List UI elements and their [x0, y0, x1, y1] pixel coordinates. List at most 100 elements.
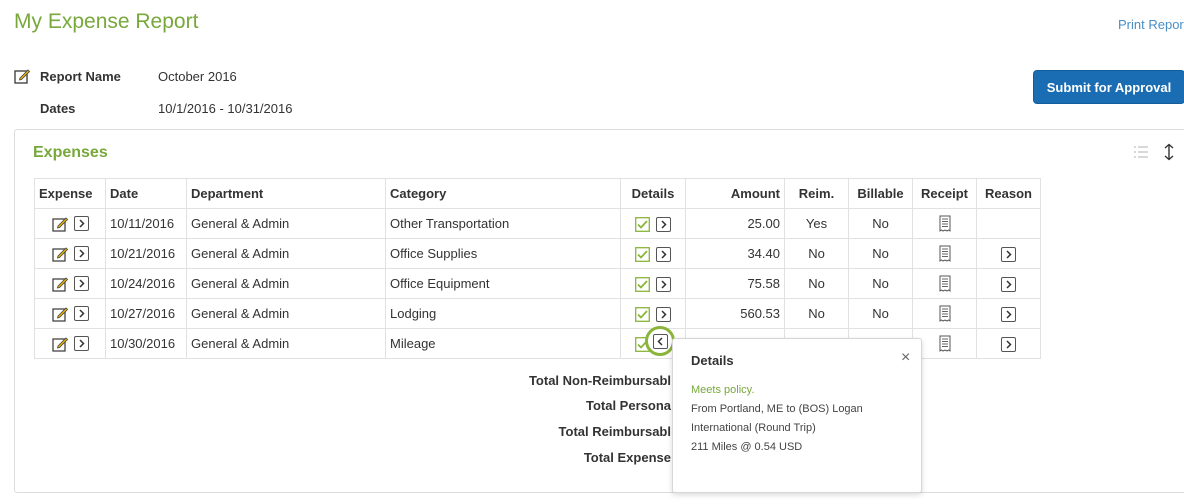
edit-icon[interactable]: [51, 336, 68, 352]
edit-icon[interactable]: [51, 306, 68, 322]
column-header-receipt[interactable]: Receipt: [912, 178, 977, 209]
view-details-icon[interactable]: [656, 216, 671, 232]
dates-value: 10/1/2016 - 10/31/2016: [158, 101, 293, 116]
cell-date: 10/30/2016: [105, 328, 187, 359]
checkmark-icon: [635, 216, 650, 232]
details-line-3: 211 Miles @ 0.54 USD: [691, 441, 803, 453]
column-header-date[interactable]: Date: [105, 178, 187, 209]
expand-expense-icon[interactable]: [73, 276, 89, 292]
cell-amount: 560.53: [685, 298, 785, 329]
cell-reim: No: [784, 238, 849, 269]
cell-details: [620, 238, 686, 269]
receipt-icon[interactable]: [939, 305, 951, 322]
cell-receipt: [912, 268, 977, 299]
column-header-details[interactable]: Details: [620, 178, 686, 209]
page-title: My Expense Report: [14, 10, 199, 33]
table-header-row: Expense Date Department Category Details…: [34, 178, 1041, 209]
expand-expense-icon[interactable]: [73, 246, 89, 262]
cell-billable: No: [848, 238, 913, 269]
view-reason-icon[interactable]: [1001, 276, 1016, 292]
cell-department: General & Admin: [186, 268, 386, 299]
total-non-reimbursable-label: Total Non-Reimbursabl: [528, 373, 671, 388]
cell-receipt: [912, 328, 977, 359]
cell-department: General & Admin: [186, 298, 386, 329]
edit-icon[interactable]: [51, 276, 68, 292]
column-header-amount[interactable]: Amount: [685, 178, 785, 209]
table-row[interactable]: 10/11/2016 General & Admin Other Transport…: [34, 208, 1041, 239]
cell-billable: No: [848, 268, 913, 299]
cell-reim: No: [784, 268, 849, 299]
expenses-title: Expenses: [33, 144, 108, 161]
cell-reim: No: [784, 298, 849, 329]
print-report-link[interactable]: Print Report: [1118, 17, 1184, 32]
policy-status: Meets policy.: [691, 384, 755, 396]
total-expenses-label: Total Expense: [583, 450, 671, 465]
cell-category: Other Transportation: [385, 208, 621, 239]
view-reason-icon[interactable]: [1001, 306, 1016, 322]
column-header-billable[interactable]: Billable: [848, 178, 913, 209]
cell-date: 10/27/2016: [105, 298, 187, 329]
expand-expense-icon[interactable]: [73, 306, 89, 322]
details-line-1: From Portland, ME to (BOS) Logan: [691, 403, 863, 415]
view-details-icon[interactable]: [656, 246, 671, 262]
cell-details: [620, 208, 686, 239]
cell-date: 10/24/2016: [105, 268, 187, 299]
column-header-department[interactable]: Department: [186, 178, 386, 209]
receipt-icon[interactable]: [939, 215, 951, 232]
expand-expense-icon[interactable]: [73, 216, 89, 232]
cell-amount: 75.58: [685, 268, 785, 299]
column-header-reim[interactable]: Reim.: [784, 178, 849, 209]
cell-reim: Yes: [784, 208, 849, 239]
view-details-icon[interactable]: [656, 276, 671, 292]
view-reason-icon[interactable]: [1001, 246, 1016, 262]
view-details-icon[interactable]: [656, 306, 671, 322]
cell-reason: [976, 208, 1041, 239]
cell-billable: No: [848, 298, 913, 329]
collapse-details-icon[interactable]: [652, 333, 668, 349]
details-popover: Details × Meets policy. From Portland, M…: [672, 338, 922, 493]
cell-reason: [976, 328, 1041, 359]
cell-amount: 34.40: [685, 238, 785, 269]
receipt-icon[interactable]: [939, 335, 951, 352]
edit-report-icon[interactable]: [14, 68, 30, 84]
expenses-table: Expense Date Department Category Details…: [34, 178, 1041, 359]
submit-for-approval-button[interactable]: Submit for Approval: [1033, 70, 1184, 104]
column-header-expense[interactable]: Expense: [34, 178, 106, 209]
column-header-category[interactable]: Category: [385, 178, 621, 209]
edit-icon[interactable]: [51, 246, 68, 262]
cell-billable: No: [848, 208, 913, 239]
table-row[interactable]: 10/21/2016 General & Admin Office Supplies…: [34, 238, 1041, 269]
checkmark-icon: [635, 246, 650, 262]
expand-expense-icon[interactable]: [73, 336, 89, 352]
total-personal-label: Total Persona: [585, 398, 671, 413]
list-view-icon[interactable]: [1133, 144, 1149, 160]
expand-collapse-icon[interactable]: [1162, 143, 1176, 161]
cell-date: 10/21/2016: [105, 238, 187, 269]
details-line-2: International (Round Trip): [691, 422, 816, 434]
table-row[interactable]: 10/24/2016 General & Admin Office Equipmen…: [34, 268, 1041, 299]
cell-reason: [976, 298, 1041, 329]
cell-department: General & Admin: [186, 328, 386, 359]
dates-label: Dates: [40, 101, 76, 116]
report-name-value: October 2016: [158, 69, 237, 84]
view-reason-icon[interactable]: [1001, 336, 1016, 352]
cell-category: Mileage: [385, 328, 621, 359]
table-row[interactable]: 10/27/2016 General & Admin Lodging 560.53 No…: [34, 298, 1041, 329]
expense-actions: [34, 298, 106, 329]
cell-reason: [976, 268, 1041, 299]
expense-actions: [34, 238, 106, 269]
cell-amount: 25.00: [685, 208, 785, 239]
receipt-icon[interactable]: [939, 275, 951, 292]
receipt-icon[interactable]: [939, 245, 951, 262]
details-toggle-active[interactable]: [645, 326, 675, 356]
edit-icon[interactable]: [51, 216, 68, 232]
details-popover-title: Details: [691, 353, 734, 368]
cell-details: [620, 268, 686, 299]
expense-actions: [34, 208, 106, 239]
checkmark-icon: [635, 306, 650, 322]
column-header-reason[interactable]: Reason: [976, 178, 1041, 209]
cell-department: General & Admin: [186, 238, 386, 269]
expense-actions: [34, 268, 106, 299]
cell-receipt: [912, 208, 977, 239]
close-icon[interactable]: ×: [901, 349, 910, 367]
